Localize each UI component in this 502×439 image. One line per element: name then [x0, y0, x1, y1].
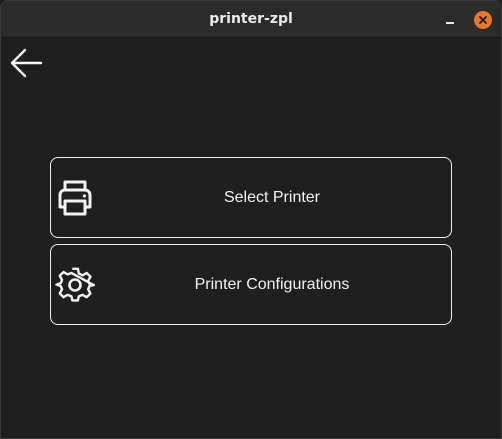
- arrow-left-icon: [10, 48, 43, 78]
- back-button[interactable]: [9, 46, 45, 80]
- select-printer-label: Select Printer: [223, 188, 321, 206]
- window-title: printer-zpl: [209, 11, 293, 27]
- printer-configurations-label: Printer Configurations: [194, 275, 350, 293]
- printer-configurations-button[interactable]: Printer Configurations: [50, 244, 452, 325]
- app-window: printer-zpl Select Printer Printer Confi…: [0, 0, 502, 439]
- close-icon[interactable]: [474, 11, 492, 29]
- minimize-icon[interactable]: [441, 11, 459, 29]
- title-bar[interactable]: printer-zpl: [1, 1, 501, 38]
- select-printer-button[interactable]: Select Printer: [50, 157, 452, 238]
